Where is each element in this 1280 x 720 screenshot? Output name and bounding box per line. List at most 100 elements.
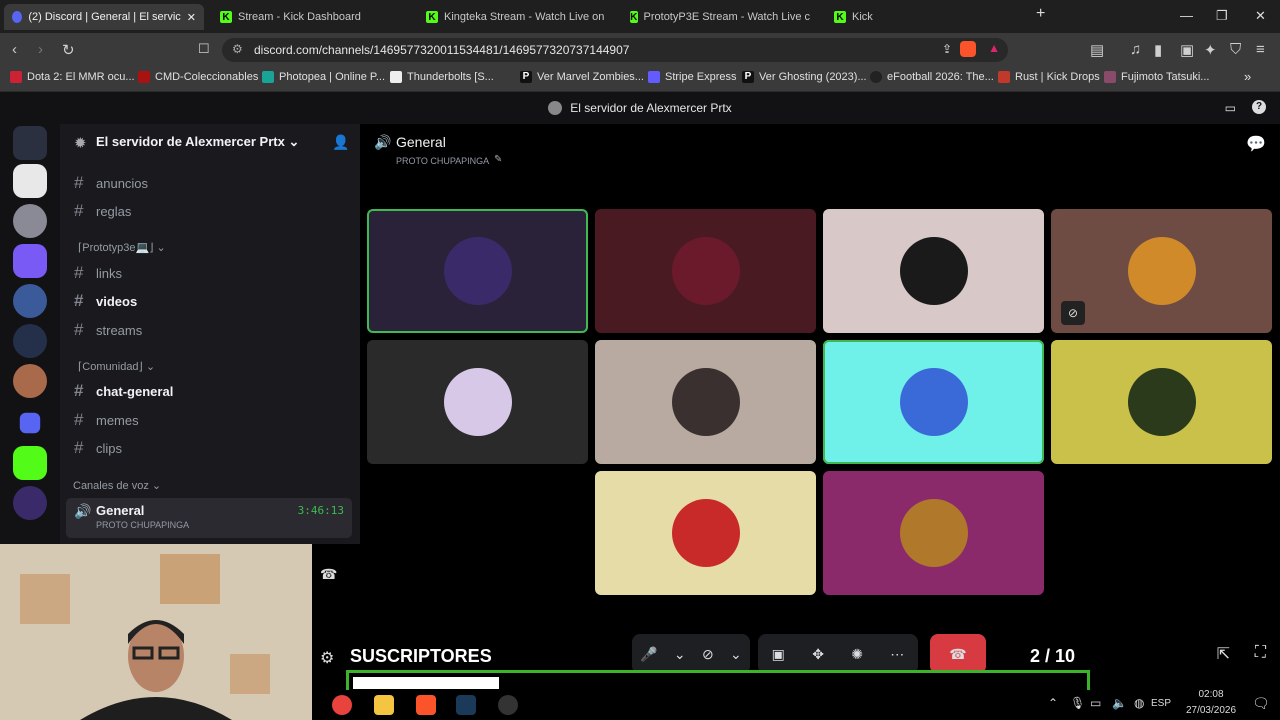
chevron-down-icon[interactable]: ⌄ bbox=[674, 646, 686, 663]
guild-icon[interactable] bbox=[13, 486, 47, 520]
network-icon[interactable]: ◍ bbox=[1134, 696, 1144, 710]
pop-out-icon[interactable]: ⇱ bbox=[1217, 644, 1230, 664]
bookmark-dota[interactable]: Dota 2: El MMR ocu... bbox=[10, 71, 135, 83]
leo-ai-icon[interactable]: ✦ bbox=[1204, 41, 1217, 59]
participant-tile[interactable] bbox=[823, 471, 1044, 595]
bookmark-photopea[interactable]: Photopea | Online P... bbox=[262, 71, 385, 83]
mic-tray-icon[interactable]: 🎙 bbox=[1070, 696, 1085, 710]
category-voice[interactable]: Canales de voz ⌄ bbox=[73, 479, 161, 492]
fullscreen-icon[interactable]: ⛶ bbox=[1255, 644, 1266, 662]
chrome-icon[interactable] bbox=[332, 695, 352, 715]
more-icon[interactable]: ⋯ bbox=[890, 646, 904, 663]
bookmark-fujimoto[interactable]: Fujimoto Tatsuki... bbox=[1104, 71, 1209, 83]
url-field[interactable]: ⚙ discord.com/channels/14695773200115344… bbox=[222, 38, 1008, 62]
channel-reglas[interactable]: # reglas bbox=[74, 200, 131, 222]
tab-kick-dashboard[interactable]: K Stream - Kick Dashboard bbox=[212, 4, 408, 30]
tab-kingteka[interactable]: K Kingteka Stream - Watch Live on bbox=[418, 4, 614, 30]
minimize-icon[interactable]: — bbox=[1180, 8, 1193, 23]
guild-icon[interactable] bbox=[13, 126, 47, 160]
new-tab-button[interactable]: + bbox=[1036, 5, 1045, 23]
tab-discord[interactable]: (2) Discord | General | El servic ✕ bbox=[4, 4, 204, 30]
file-explorer-icon[interactable] bbox=[374, 695, 394, 715]
obs-icon[interactable] bbox=[498, 695, 518, 715]
participant-tile[interactable] bbox=[367, 340, 588, 464]
clock-time[interactable]: 02:08 bbox=[1182, 689, 1240, 700]
bookmark-efootball[interactable]: eFootball 2026: The... bbox=[870, 71, 994, 83]
guild-icon[interactable] bbox=[13, 324, 47, 358]
bookmark-stripe[interactable]: Stripe Express bbox=[648, 71, 737, 83]
wallet-icon[interactable]: ▣ bbox=[1180, 41, 1194, 59]
guild-icon[interactable] bbox=[13, 364, 47, 398]
reader-icon[interactable]: ▤ bbox=[1090, 41, 1104, 59]
participant-tile[interactable] bbox=[595, 471, 816, 595]
language-indicator[interactable]: ESP bbox=[1151, 698, 1171, 709]
brave-shield-icon[interactable] bbox=[960, 41, 976, 57]
notifications-icon[interactable]: 🗨 bbox=[1252, 695, 1270, 712]
site-info-icon[interactable]: ⚙ bbox=[232, 42, 243, 56]
share-icon[interactable]: ⇪ bbox=[942, 42, 952, 56]
settings-gear-icon[interactable]: ⚙ bbox=[320, 648, 334, 668]
edit-icon[interactable]: ✎ bbox=[494, 154, 502, 165]
participant-tile[interactable] bbox=[823, 209, 1044, 333]
microphone-icon[interactable]: 🎤 bbox=[640, 646, 657, 663]
category-prototyp3e[interactable]: ⌈Prototyp3e💻⌋ ⌄ bbox=[78, 241, 166, 254]
channel-videos[interactable]: # videos bbox=[74, 290, 137, 312]
brave-rewards-icon[interactable]: ▲ bbox=[988, 41, 1000, 55]
vpn-icon[interactable]: ⛉ bbox=[1230, 41, 1241, 58]
maximize-icon[interactable]: ❐ bbox=[1216, 8, 1228, 24]
invite-icon[interactable]: 👤 bbox=[332, 134, 349, 151]
disconnect-button[interactable]: ☎ bbox=[930, 634, 986, 674]
close-window-icon[interactable]: ✕ bbox=[1255, 8, 1266, 24]
channel-anuncios[interactable]: # anuncios bbox=[74, 172, 148, 194]
inbox-icon[interactable]: ▭ bbox=[1225, 101, 1236, 115]
activities-icon[interactable]: ✥ bbox=[812, 646, 824, 663]
reload-icon[interactable]: ↻ bbox=[62, 41, 75, 59]
forward-icon[interactable]: › bbox=[38, 41, 43, 58]
participant-tile[interactable] bbox=[823, 340, 1044, 464]
guild-icon[interactable] bbox=[13, 204, 47, 238]
bookmark-icon[interactable]: ☐ bbox=[198, 41, 210, 57]
channel-clips[interactable]: # clips bbox=[74, 437, 122, 459]
bookmark-thunderbolts[interactable]: Thunderbolts [S... bbox=[390, 71, 494, 83]
guild-icon[interactable] bbox=[13, 284, 47, 318]
sidebar-icon[interactable]: ▮ bbox=[1154, 41, 1162, 59]
channel-links[interactable]: # links bbox=[74, 262, 122, 284]
guild-icon[interactable] bbox=[13, 244, 47, 278]
camera-off-icon[interactable]: ⊘ bbox=[702, 646, 714, 663]
battery-icon[interactable]: ▭ bbox=[1090, 696, 1101, 710]
help-icon[interactable]: ? bbox=[1252, 100, 1266, 114]
participant-tile[interactable]: ⊘ bbox=[1051, 209, 1272, 333]
participant-tile[interactable] bbox=[595, 209, 816, 333]
channel-memes[interactable]: # memes bbox=[74, 409, 139, 431]
more-bookmarks-icon[interactable]: » bbox=[1244, 69, 1251, 84]
participant-tile[interactable] bbox=[367, 209, 588, 333]
voice-channel-general[interactable]: 🔊 General 3:46:13 PROTO CHUPAPINGA bbox=[66, 498, 352, 538]
bookmark-marvel-zombies[interactable]: P Ver Marvel Zombies... bbox=[520, 71, 644, 83]
participant-tile[interactable] bbox=[595, 340, 816, 464]
menu-icon[interactable]: ≡ bbox=[1256, 41, 1265, 58]
steam-icon[interactable] bbox=[456, 695, 476, 715]
back-icon[interactable]: ‹ bbox=[12, 41, 17, 58]
screen-share-icon[interactable]: ▣ bbox=[772, 646, 785, 663]
chat-icon[interactable]: 💬 bbox=[1246, 134, 1266, 154]
channel-chat-general[interactable]: # chat-general bbox=[74, 380, 173, 402]
volume-icon[interactable]: 🔈 bbox=[1112, 696, 1127, 710]
tray-chevron-icon[interactable]: ⌃ bbox=[1048, 696, 1058, 710]
soundboard-icon[interactable]: ✺ bbox=[851, 646, 863, 663]
hang-up-small-icon[interactable]: ☎ bbox=[320, 566, 337, 583]
folder-icon[interactable] bbox=[19, 412, 41, 434]
tab-prototyp3e[interactable]: K PrototyP3E Stream - Watch Live c bbox=[622, 4, 818, 30]
guild-icon[interactable] bbox=[13, 164, 47, 198]
chevron-down-icon[interactable]: ⌄ bbox=[730, 646, 742, 663]
clock-date[interactable]: 27/03/2026 bbox=[1178, 705, 1244, 716]
channel-streams[interactable]: # streams bbox=[74, 319, 142, 341]
server-name[interactable]: El servidor de Alexmercer Prtx ⌄ bbox=[96, 134, 299, 150]
music-icon[interactable]: ♫ bbox=[1130, 41, 1141, 58]
participant-tile[interactable] bbox=[1051, 340, 1272, 464]
tab-kick[interactable]: K Kick bbox=[826, 4, 1016, 30]
kick-guild-icon[interactable] bbox=[13, 446, 47, 480]
close-tab-icon[interactable]: ✕ bbox=[187, 11, 196, 24]
category-comunidad[interactable]: ⌈Comunidad⌋ ⌄ bbox=[78, 360, 155, 373]
brave-icon[interactable] bbox=[416, 695, 436, 715]
bookmark-cmd[interactable]: CMD-Coleccionables bbox=[138, 71, 258, 83]
